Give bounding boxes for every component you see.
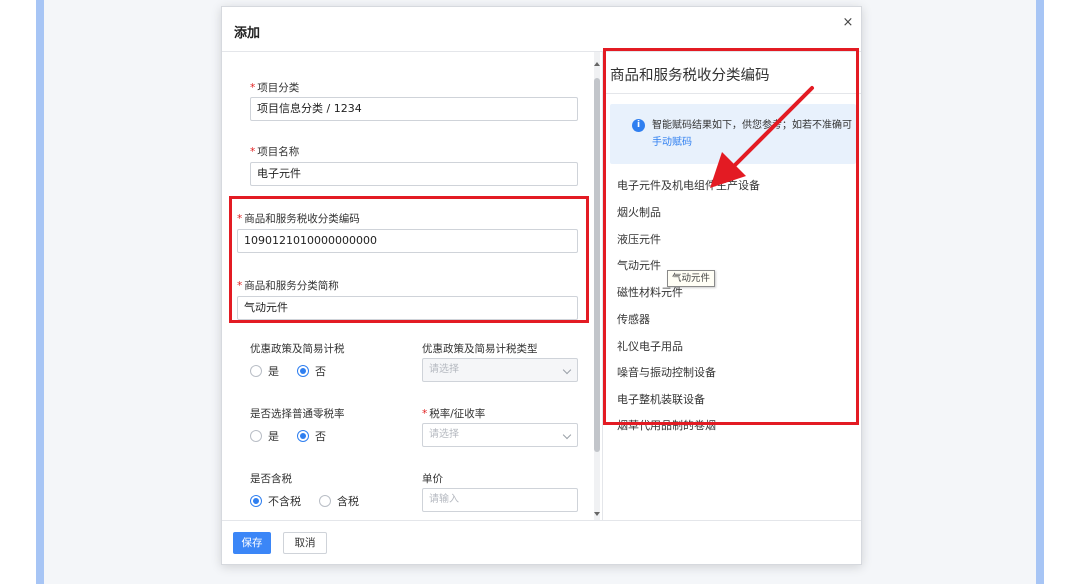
scroll-down-icon[interactable]: [594, 512, 600, 516]
scroll-thumb[interactable]: [594, 78, 600, 452]
preferential-type-select[interactable]: 请选择: [422, 358, 578, 382]
close-icon[interactable]: ×: [840, 15, 856, 31]
tax-excluded-label[interactable]: 不含税: [268, 493, 301, 509]
preferential-no-label[interactable]: 否: [315, 363, 326, 379]
item-name-label-text: 项目名称: [257, 146, 300, 158]
item-name-input[interactable]: 电子元件: [250, 162, 578, 186]
cancel-button[interactable]: 取消: [283, 532, 327, 554]
chevron-down-icon: [562, 365, 572, 375]
unit-price-input[interactable]: 请输入: [422, 488, 578, 512]
tax-included-label: 是否含税: [250, 473, 292, 485]
zero-rate-no-radio[interactable]: [297, 430, 309, 442]
item-name-value: 电子元件: [257, 167, 301, 180]
scroll-up-icon[interactable]: [594, 62, 600, 66]
tax-rate-label-text: 税率/征收率: [429, 408, 486, 420]
required-mark: *: [422, 408, 428, 420]
zero-rate-label: 是否选择普通零税率: [250, 408, 345, 420]
zero-rate-no-label[interactable]: 否: [315, 428, 326, 444]
save-button[interactable]: 保存: [233, 532, 271, 554]
dialog-title: 添加: [234, 26, 261, 41]
annotation-arrow-icon: [710, 86, 814, 188]
zero-rate-yes-radio[interactable]: [250, 430, 262, 442]
highlight-box-tax-fields: [229, 196, 589, 323]
preferential-yes-label[interactable]: 是: [268, 363, 279, 379]
preferential-label: 优惠政策及简易计税: [250, 343, 345, 355]
preferential-type-label: 优惠政策及简易计税类型: [422, 343, 538, 355]
zero-rate-yes-label[interactable]: 是: [268, 428, 279, 444]
item-tooltip: 气动元件: [667, 270, 716, 287]
tax-included-radio-group: 不含税 含税: [250, 493, 377, 509]
tax-included-radio[interactable]: [319, 495, 331, 507]
page-border-left: [36, 0, 44, 584]
preferential-radio-group: 是 否: [250, 363, 344, 379]
preferential-type-placeholder: 请选择: [429, 364, 459, 375]
unit-price-placeholder: 请输入: [429, 494, 459, 505]
form-scrollbar[interactable]: [594, 52, 600, 520]
preferential-yes-radio[interactable]: [250, 365, 262, 377]
page-border-right: [1036, 0, 1044, 584]
item-name-label: * 项目名称: [250, 144, 299, 159]
add-dialog: 添加 × * 项目分类 项目信息分类 / 1234 * 项目名称 电子元件 * 商品和…: [221, 6, 862, 565]
category-select[interactable]: 项目信息分类 / 1234: [250, 97, 578, 121]
tax-rate-placeholder: 请选择: [429, 429, 459, 440]
unit-price-label: 单价: [422, 473, 443, 485]
chevron-down-icon: [562, 430, 572, 440]
preferential-no-radio[interactable]: [297, 365, 309, 377]
required-mark: *: [250, 82, 256, 94]
category-label-text: 项目分类: [257, 82, 300, 94]
required-mark: *: [250, 146, 256, 158]
tax-rate-select[interactable]: 请选择: [422, 423, 578, 447]
tax-included-option-label[interactable]: 含税: [337, 493, 359, 509]
category-value: 项目信息分类 / 1234: [257, 102, 362, 115]
zero-rate-radio-group: 是 否: [250, 428, 344, 444]
category-label: * 项目分类: [250, 80, 299, 95]
tax-excluded-radio[interactable]: [250, 495, 262, 507]
footer-divider: [222, 520, 861, 521]
tax-rate-label: * 税率/征收率: [422, 406, 485, 421]
